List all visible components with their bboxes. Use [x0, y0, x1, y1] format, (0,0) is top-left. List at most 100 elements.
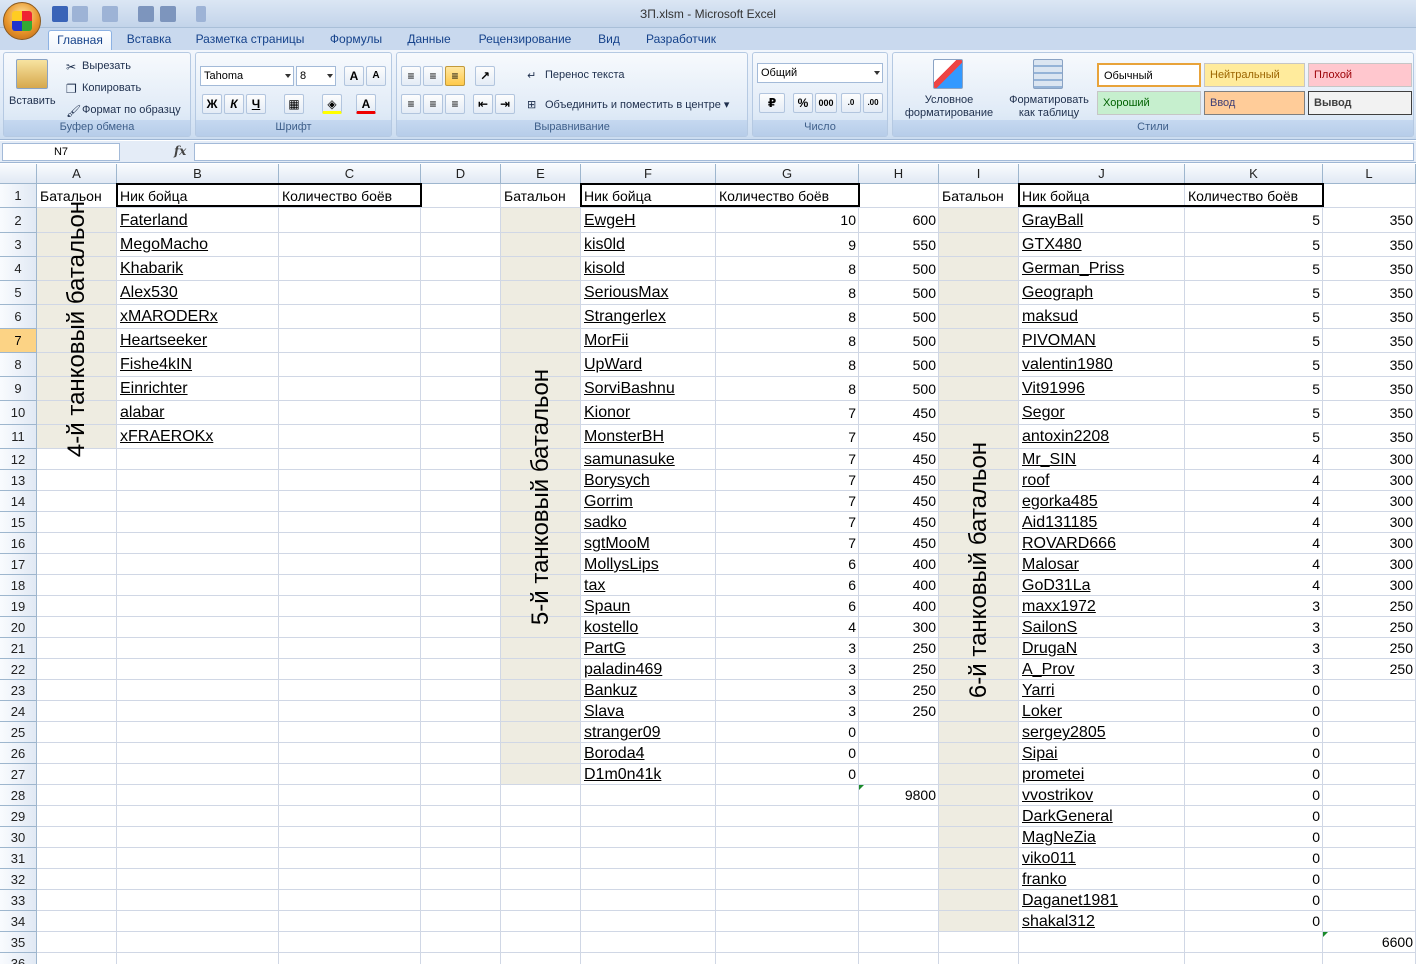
payout-value[interactable]: 350	[1326, 233, 1413, 257]
battle-count[interactable]: 7	[719, 401, 856, 425]
header-battles[interactable]: Количество боёв	[1188, 184, 1320, 208]
battle-count[interactable]: 7	[719, 512, 856, 533]
battle-count[interactable]: 4	[1188, 533, 1320, 554]
battle-count[interactable]: 0	[1188, 911, 1320, 932]
column-header-K[interactable]: K	[1185, 164, 1323, 184]
payout-value[interactable]: 350	[1326, 401, 1413, 425]
underline-button[interactable]: Ч	[246, 94, 266, 114]
player-nick[interactable]: franko	[1022, 869, 1182, 890]
player-nick[interactable]: Slava	[584, 701, 713, 722]
battle-count[interactable]: 4	[1188, 512, 1320, 533]
column-header-L[interactable]: L	[1323, 164, 1416, 184]
percent-button[interactable]: %	[793, 93, 813, 113]
payout-value[interactable]: 250	[862, 701, 936, 722]
player-nick[interactable]: GrayBall	[1022, 208, 1182, 233]
font-name-select[interactable]: Tahoma	[200, 66, 294, 86]
bold-button[interactable]: Ж	[202, 94, 222, 114]
player-nick[interactable]: MonsterBH	[584, 425, 713, 449]
decrease-decimal-icon[interactable]: .00	[863, 93, 883, 113]
row-header-24[interactable]: 24	[0, 701, 37, 722]
battle-count[interactable]: 0	[719, 764, 856, 785]
font-size-select[interactable]: 8	[296, 66, 336, 86]
player-nick[interactable]: xMARODERx	[120, 305, 276, 329]
player-nick[interactable]: Gorrim	[584, 491, 713, 512]
format-as-table-icon[interactable]	[1033, 59, 1063, 89]
player-nick[interactable]: Geograph	[1022, 281, 1182, 305]
row-header-36[interactable]: 36	[0, 953, 37, 964]
tab-2[interactable]: Разметка страницы	[188, 30, 312, 50]
player-nick[interactable]: D1m0n41k	[584, 764, 713, 785]
payout-value[interactable]: 300	[1326, 575, 1413, 596]
battle-count[interactable]: 8	[719, 281, 856, 305]
battle-count[interactable]: 0	[719, 743, 856, 764]
align-top-icon[interactable]: ≡	[401, 66, 421, 86]
row-header-31[interactable]: 31	[0, 848, 37, 869]
payout-value[interactable]: 350	[1326, 329, 1413, 353]
player-nick[interactable]: MorFii	[584, 329, 713, 353]
payout-value[interactable]: 550	[862, 233, 936, 257]
align-middle-icon[interactable]: ≡	[423, 66, 443, 86]
battle-count[interactable]: 7	[719, 449, 856, 470]
payout-value[interactable]: 350	[1326, 377, 1413, 401]
row-header-16[interactable]: 16	[0, 533, 37, 554]
payout-value[interactable]: 500	[862, 329, 936, 353]
row-header-27[interactable]: 27	[0, 764, 37, 785]
battle-count[interactable]: 6	[719, 596, 856, 617]
style-good[interactable]: Хороший	[1097, 91, 1201, 115]
style-bad[interactable]: Плохой	[1308, 63, 1412, 87]
player-nick[interactable]: UpWard	[584, 353, 713, 377]
conditional-format-icon[interactable]	[933, 59, 963, 89]
player-nick[interactable]: Spaun	[584, 596, 713, 617]
battle-count[interactable]: 7	[719, 491, 856, 512]
tab-4[interactable]: Данные	[396, 30, 462, 50]
row-header-22[interactable]: 22	[0, 659, 37, 680]
payout-value[interactable]: 350	[1326, 353, 1413, 377]
row-header-10[interactable]: 10	[0, 401, 37, 425]
battle-count[interactable]: 3	[1188, 617, 1320, 638]
payout-value[interactable]: 500	[862, 257, 936, 281]
row-header-11[interactable]: 11	[0, 425, 37, 449]
battle-count[interactable]: 0	[1188, 869, 1320, 890]
align-right-icon[interactable]: ≡	[445, 94, 465, 114]
battle-count[interactable]: 6	[719, 575, 856, 596]
payout-value[interactable]: 450	[862, 533, 936, 554]
select-all-corner[interactable]	[0, 164, 37, 184]
column-header-A[interactable]: A	[37, 164, 117, 184]
player-nick[interactable]: egorka485	[1022, 491, 1182, 512]
header-nick[interactable]: Ник бойца	[120, 184, 276, 208]
player-nick[interactable]: valentin1980	[1022, 353, 1182, 377]
player-nick[interactable]: Mr_SIN	[1022, 449, 1182, 470]
header-battalion[interactable]: Батальон	[504, 184, 578, 208]
formula-input[interactable]	[194, 143, 1414, 161]
battle-count[interactable]: 5	[1188, 353, 1320, 377]
player-nick[interactable]: xFRAEROKx	[120, 425, 276, 449]
borders-icon[interactable]: ▦	[284, 94, 304, 114]
player-nick[interactable]: Fishe4kIN	[120, 353, 276, 377]
player-nick[interactable]: paladin469	[584, 659, 713, 680]
player-nick[interactable]: kis0ld	[584, 233, 713, 257]
battle-count[interactable]: 4	[1188, 449, 1320, 470]
row-header-28[interactable]: 28	[0, 785, 37, 806]
battle-count[interactable]: 5	[1188, 208, 1320, 233]
battle-count[interactable]: 4	[719, 617, 856, 638]
battle-count[interactable]: 8	[719, 353, 856, 377]
player-nick[interactable]: Daganet1981	[1022, 890, 1182, 911]
number-format-select[interactable]: Общий	[757, 63, 883, 83]
battle-count[interactable]: 6	[719, 554, 856, 575]
row-header-33[interactable]: 33	[0, 890, 37, 911]
row-header-2[interactable]: 2	[0, 208, 37, 233]
player-nick[interactable]: Yarri	[1022, 680, 1182, 701]
wrap-text-button[interactable]: ↵ Перенос текста	[527, 69, 625, 82]
bat6-total[interactable]: 6600	[1326, 932, 1413, 953]
column-header-I[interactable]: I	[939, 164, 1019, 184]
player-nick[interactable]: kostello	[584, 617, 713, 638]
tab-3[interactable]: Формулы	[318, 30, 394, 50]
payout-value[interactable]: 250	[862, 638, 936, 659]
battle-count[interactable]: 7	[719, 533, 856, 554]
payout-value[interactable]: 450	[862, 401, 936, 425]
row-header-20[interactable]: 20	[0, 617, 37, 638]
row-header-3[interactable]: 3	[0, 233, 37, 257]
player-nick[interactable]: PIVOMAN	[1022, 329, 1182, 353]
header-battalion[interactable]: Батальон	[942, 184, 1016, 208]
row-header-23[interactable]: 23	[0, 680, 37, 701]
